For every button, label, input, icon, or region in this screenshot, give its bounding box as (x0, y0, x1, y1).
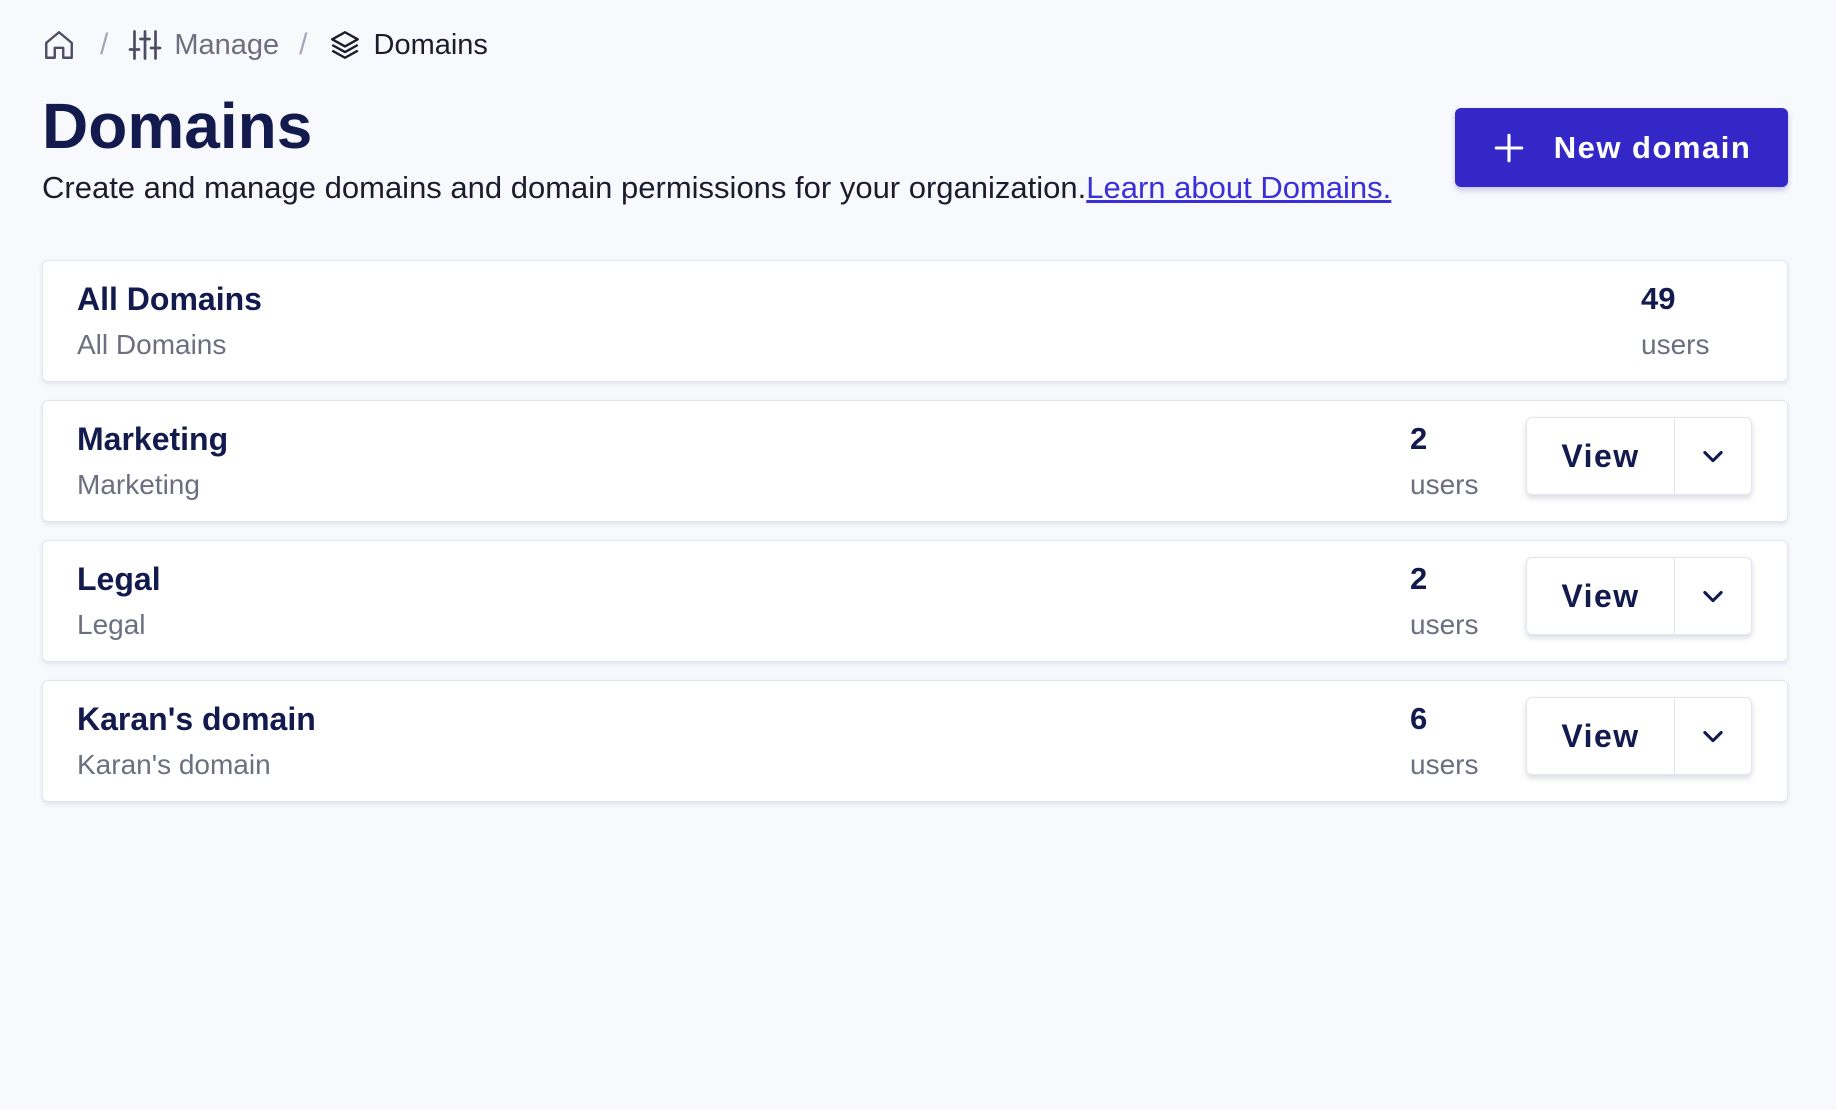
breadcrumb-separator: / (100, 28, 109, 61)
domain-description: Legal (77, 609, 146, 640)
chevron-down-icon (1703, 590, 1723, 603)
more-actions-button[interactable] (1674, 417, 1752, 495)
view-button[interactable]: View (1526, 417, 1674, 495)
chevron-down-icon (1703, 450, 1723, 463)
breadcrumb: / Manage / Domains (38, 24, 488, 66)
domain-description: All Domains (77, 329, 227, 360)
user-count-label: users (1410, 609, 1479, 640)
more-actions-button[interactable] (1674, 697, 1752, 775)
sliders-icon (124, 24, 166, 66)
domain-card-marketing[interactable]: Marketing Marketing 2 users View (42, 400, 1788, 522)
breadcrumb-current-label: Domains (373, 28, 488, 61)
chevron-down-icon (1703, 730, 1723, 743)
domain-name: Legal (77, 561, 161, 597)
domain-actions: View (1526, 557, 1752, 635)
new-domain-label: New domain (1553, 129, 1752, 165)
domain-card-karans-domain[interactable]: Karan's domain Karan's domain 6 users Vi… (42, 680, 1788, 802)
domain-description: Karan's domain (77, 749, 271, 780)
domain-name: Marketing (77, 421, 229, 457)
layers-icon (324, 24, 366, 66)
page-title: Domains (42, 90, 313, 162)
user-count: 2 (1410, 561, 1428, 596)
domain-card-legal[interactable]: Legal Legal 2 users View (42, 540, 1788, 662)
domain-name: Karan's domain (77, 701, 316, 737)
domain-actions: View (1526, 417, 1752, 495)
domain-card-all-domains[interactable]: All Domains All Domains 49 users (42, 260, 1788, 382)
domain-name: All Domains (77, 281, 262, 317)
domain-description: Marketing (77, 469, 200, 500)
view-button[interactable]: View (1526, 697, 1674, 775)
breadcrumb-separator: / (299, 28, 308, 61)
user-count-label: users (1410, 469, 1479, 500)
learn-about-domains-link[interactable]: Learn about Domains. (1086, 170, 1391, 205)
domain-list: All Domains All Domains 49 users Marketi… (42, 260, 1788, 820)
view-button[interactable]: View (1526, 557, 1674, 635)
breadcrumb-domains: Domains (324, 24, 488, 66)
user-count: 49 (1641, 281, 1676, 316)
user-count-label: users (1641, 329, 1710, 360)
more-actions-button[interactable] (1674, 557, 1752, 635)
breadcrumb-manage-label: Manage (174, 28, 280, 61)
user-count: 2 (1410, 421, 1428, 456)
domains-page: / Manage / Domains Domains Create and ma… (0, 0, 1836, 1110)
user-count-label: users (1410, 749, 1479, 780)
page-subtitle: Create and manage domains and domain per… (42, 168, 1391, 208)
user-count: 6 (1410, 701, 1428, 736)
domain-actions: View (1526, 697, 1752, 775)
page-subtitle-text: Create and manage domains and domain per… (42, 170, 1087, 205)
new-domain-button[interactable]: New domain (1455, 108, 1788, 187)
breadcrumb-manage[interactable]: Manage (124, 24, 279, 66)
plus-icon (1492, 131, 1526, 165)
home-icon[interactable] (38, 24, 80, 66)
